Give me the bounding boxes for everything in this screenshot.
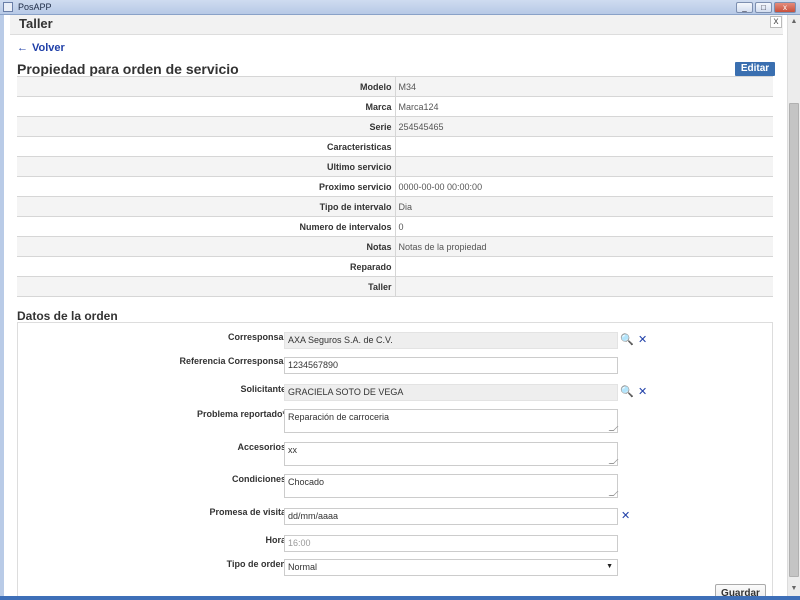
property-value	[395, 156, 773, 177]
minimize-button[interactable]: _	[736, 1, 753, 13]
promesa-date-input[interactable]: dd/mm/aaaa	[284, 508, 618, 525]
property-label: Taller	[17, 276, 396, 297]
modal-close-button[interactable]: x	[770, 16, 782, 28]
referencia-label: Referencia Corresponsal	[179, 356, 286, 366]
property-value: 0	[395, 216, 773, 237]
resize-handle-icon[interactable]	[608, 459, 619, 464]
modal-header: Taller x	[10, 15, 783, 35]
property-row: Taller	[17, 276, 773, 297]
property-label: Numero de intervalos	[17, 216, 396, 237]
back-arrow-icon: ←	[17, 42, 28, 54]
property-row: Serie 254545465	[17, 116, 773, 137]
app-icon	[3, 2, 13, 12]
modal-title: Taller	[19, 16, 53, 31]
property-label: Modelo	[17, 76, 396, 97]
vertical-scrollbar[interactable]: ▲ ▼	[787, 15, 800, 596]
property-row: Tipo de intervalo Dia	[17, 196, 773, 217]
property-row: Notas Notas de la propiedad	[17, 236, 773, 257]
promesa-clear-icon[interactable]: ✕	[621, 510, 630, 522]
tipo-orden-value: Normal	[288, 562, 318, 572]
promesa-label: Promesa de visita	[209, 507, 286, 517]
property-row: Reparado	[17, 256, 773, 277]
accesorios-textarea[interactable]: xx	[284, 442, 619, 466]
property-label: Ultimo servicio	[17, 156, 396, 177]
window-close-button[interactable]: x	[774, 1, 796, 13]
back-link-label: Volver	[32, 42, 65, 54]
condiciones-value: Chocado	[288, 477, 325, 487]
page-title: Propiedad para orden de servicio	[17, 61, 239, 77]
window-controls: _ □ x	[736, 1, 796, 13]
property-row: Proximo servicio 0000-00-00 00:00:00	[17, 176, 773, 197]
solicitante-clear-icon[interactable]: ✕	[638, 386, 647, 398]
property-value: Notas de la propiedad	[395, 236, 773, 257]
save-button[interactable]: Guardar	[715, 584, 766, 596]
scroll-up-icon[interactable]: ▲	[788, 15, 800, 29]
problema-textarea[interactable]: Reparación de carroceria	[284, 409, 619, 433]
properties-table: Modelo M34 Marca Marca124 Serie 254545465 Cara…	[17, 76, 773, 297]
property-value	[395, 276, 773, 297]
property-label: Notas	[17, 236, 396, 257]
hora-label: Hora	[265, 535, 286, 545]
window-title: PosAPP	[18, 2, 52, 12]
property-label: Tipo de intervalo	[17, 196, 396, 217]
corresponsal-label: Corresponsal	[227, 332, 286, 342]
order-form: Corresponsal AXA Seguros S.A. de C.V. 🔍 …	[17, 322, 773, 596]
window-frame-bottom	[0, 596, 800, 600]
scrollbar-thumb[interactable]	[789, 103, 799, 577]
property-row: Modelo M34	[17, 76, 773, 97]
solicitante-search-icon[interactable]: 🔍	[620, 386, 634, 398]
problema-value: Reparación de carroceria	[288, 412, 390, 422]
referencia-input[interactable]: 1234567890	[284, 357, 618, 374]
property-label: Proximo servicio	[17, 176, 396, 197]
property-row: Marca Marca124	[17, 96, 773, 117]
condiciones-textarea[interactable]: Chocado	[284, 474, 619, 498]
accesorios-label: Accesorios	[237, 442, 286, 452]
chevron-down-icon: ▼	[606, 563, 613, 570]
property-value: Dia	[395, 196, 773, 217]
accesorios-value: xx	[288, 445, 297, 455]
corresponsal-field[interactable]: AXA Seguros S.A. de C.V.	[284, 332, 618, 349]
order-section-title: Datos de la orden	[17, 309, 118, 323]
property-value: Marca124	[395, 96, 773, 117]
property-value	[395, 136, 773, 157]
property-value: 254545465	[395, 116, 773, 137]
property-row: Caracteristicas	[17, 136, 773, 157]
property-value: 0000-00-00 00:00:00	[395, 176, 773, 197]
property-label: Serie	[17, 116, 396, 137]
scroll-down-icon[interactable]: ▼	[788, 582, 800, 596]
solicitante-field[interactable]: GRACIELA SOTO DE VEGA	[284, 384, 618, 401]
hora-input[interactable]: 16:00	[284, 535, 618, 552]
property-label: Marca	[17, 96, 396, 117]
solicitante-label: Solicitante	[240, 384, 286, 394]
corresponsal-search-icon[interactable]: 🔍	[620, 334, 634, 346]
window-titlebar: PosAPP _ □ x	[0, 0, 800, 15]
property-row: Ultimo servicio	[17, 156, 773, 177]
tipo-orden-label: Tipo de orden	[226, 559, 286, 569]
condiciones-label: Condiciones	[231, 474, 286, 484]
property-row: Numero de intervalos 0	[17, 216, 773, 237]
property-label: Reparado	[17, 256, 396, 277]
main-content: Taller x ← Volver Propiedad para orden d…	[4, 15, 787, 596]
property-value	[395, 256, 773, 277]
resize-handle-icon[interactable]	[608, 426, 619, 431]
edit-button[interactable]: Editar	[735, 62, 775, 76]
property-label: Caracteristicas	[17, 136, 396, 157]
tipo-orden-select[interactable]: Normal ▼	[284, 559, 618, 576]
property-value: M34	[395, 76, 773, 97]
corresponsal-clear-icon[interactable]: ✕	[638, 334, 647, 346]
problema-label: Problema reportado*	[196, 409, 286, 419]
maximize-button[interactable]: □	[755, 1, 772, 13]
back-link[interactable]: ← Volver	[17, 42, 65, 54]
resize-handle-icon[interactable]	[608, 491, 619, 496]
